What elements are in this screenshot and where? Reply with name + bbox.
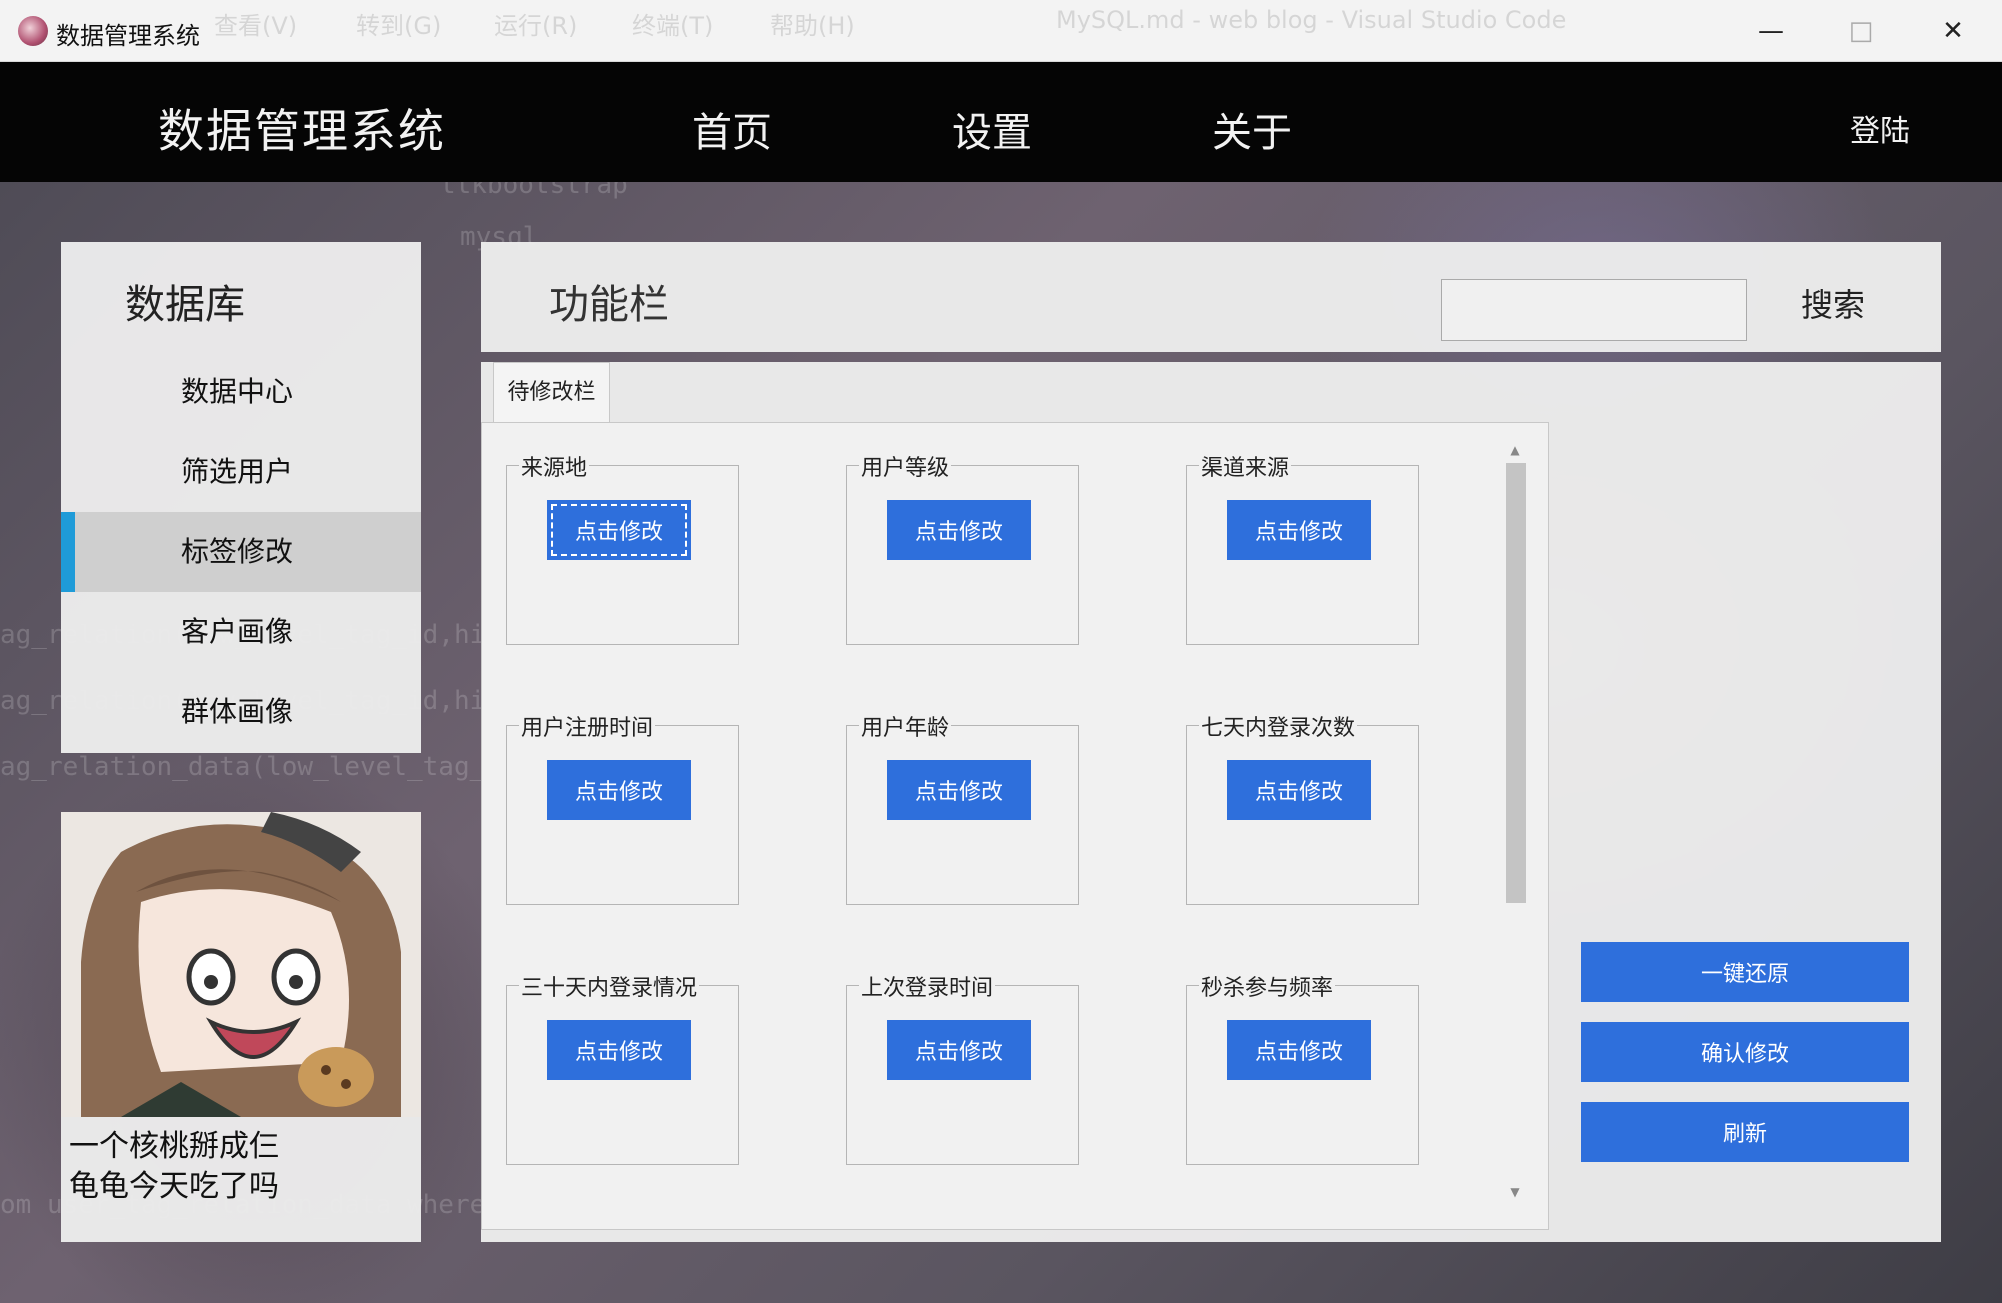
login-link[interactable]: 登陆 (1850, 106, 1910, 150)
background-menu-run: 运行(R) (494, 12, 578, 40)
tag-group-label: 用户等级 (859, 450, 952, 482)
tab-pending-edit[interactable]: 待修改栏 (493, 362, 610, 422)
minimize-icon: — (1758, 16, 1784, 46)
sidebar-title: 数据库 (125, 282, 245, 328)
tag-group-label: 来源地 (519, 450, 590, 482)
tag-group-register-time: 用户注册时间 点击修改 (506, 710, 739, 905)
background-menu-help: 帮助(H) (770, 12, 855, 40)
sidebar-item-label: 客户画像 (181, 615, 294, 648)
main-content: 待修改栏 来源地 点击修改 用户等级 点击修改 渠道来源 点击修改 用户注册时间… (481, 362, 1941, 1242)
tag-group-label: 渠道来源 (1199, 450, 1292, 482)
function-bar: 功能栏 搜索 (481, 242, 1941, 352)
tag-group-label: 上次登录时间 (859, 970, 996, 1002)
tag-group-label: 用户年龄 (859, 710, 952, 742)
refresh-button[interactable]: 刷新 (1581, 1102, 1909, 1162)
sidebar-item-filter-users[interactable]: 筛选用户 (61, 432, 421, 512)
confirm-edit-button[interactable]: 确认修改 (1581, 1022, 1909, 1082)
minimize-button[interactable]: — (1726, 0, 1816, 62)
maximize-button[interactable]: □ (1816, 0, 1906, 62)
tag-group-label: 三十天内登录情况 (519, 970, 700, 1002)
background-menu-terminal: 终端(T) (632, 12, 714, 40)
sidebar-item-label: 群体画像 (181, 695, 294, 728)
scroll-thumb[interactable] (1506, 463, 1526, 903)
nav-brand: 数据管理系统 (158, 104, 446, 158)
sidebar-item-group-profile[interactable]: 群体画像 (61, 672, 421, 752)
edit-user-age-button[interactable]: 点击修改 (887, 760, 1031, 820)
top-navbar: 数据管理系统 首页 设置 关于 登陆 (0, 62, 2002, 182)
background-menu-view: 查看(V) (214, 12, 298, 40)
profile-motto: 龟龟今天吃了吗 (69, 1169, 279, 1204)
avatar-illustration-icon (61, 812, 421, 1117)
sidebar-item-label: 标签修改 (181, 535, 294, 568)
window-title: 数据管理系统 (56, 22, 200, 50)
tag-group-30day-logins: 三十天内登录情况 点击修改 (506, 970, 739, 1165)
restore-all-button[interactable]: 一键还原 (1581, 942, 1909, 1002)
function-bar-title: 功能栏 (549, 282, 669, 328)
sidebar-item-tag-edit[interactable]: 标签修改 (61, 512, 421, 592)
profile-card: 一个核桃掰成仨 龟龟今天吃了吗 (61, 812, 421, 1242)
sidebar-item-label: 数据中心 (181, 375, 294, 408)
edit-30day-logins-button[interactable]: 点击修改 (547, 1020, 691, 1080)
tag-group-label: 用户注册时间 (519, 710, 656, 742)
profile-caption: 一个核桃掰成仨 龟龟今天吃了吗 (69, 1127, 279, 1207)
sidebar-item-label: 筛选用户 (181, 455, 294, 488)
edit-user-level-button[interactable]: 点击修改 (887, 500, 1031, 560)
edit-channel-button[interactable]: 点击修改 (1227, 500, 1371, 560)
edit-origin-button[interactable]: 点击修改 (547, 500, 691, 560)
tag-group-channel: 渠道来源 点击修改 (1186, 450, 1419, 645)
maximize-icon: □ (1848, 16, 1874, 46)
nav-item-about[interactable]: 关于 (1212, 100, 1292, 158)
sidebar-item-customer-profile[interactable]: 客户画像 (61, 592, 421, 672)
edit-flash-sale-button[interactable]: 点击修改 (1227, 1020, 1371, 1080)
scroll-up-icon[interactable]: ▲ (1504, 443, 1526, 457)
search-input[interactable] (1441, 279, 1747, 341)
tag-group-user-level: 用户等级 点击修改 (846, 450, 1079, 645)
profile-name: 一个核桃掰成仨 (69, 1129, 279, 1164)
close-icon: ✕ (1942, 16, 1964, 46)
scroll-down-icon[interactable]: ▼ (1504, 1185, 1526, 1199)
edit-register-time-button[interactable]: 点击修改 (547, 760, 691, 820)
sidebar-item-data-center[interactable]: 数据中心 (61, 352, 421, 432)
vertical-scrollbar[interactable]: ▲ ▼ (1504, 443, 1526, 1203)
tag-group-7day-logins: 七天内登录次数 点击修改 (1186, 710, 1419, 905)
background-menu-goto: 转到(G) (356, 12, 442, 40)
tag-group-user-age: 用户年龄 点击修改 (846, 710, 1079, 905)
avatar (61, 812, 421, 1117)
edit-7day-logins-button[interactable]: 点击修改 (1227, 760, 1371, 820)
background-window-title: MySQL.md - web blog - Visual Studio Code (1056, 6, 1567, 34)
tag-group-label: 七天内登录次数 (1199, 710, 1358, 742)
tag-group-flash-sale: 秒杀参与频率 点击修改 (1186, 970, 1419, 1165)
nav-item-home[interactable]: 首页 (692, 100, 772, 158)
sidebar: 数据库 数据中心 筛选用户 标签修改 客户画像 群体画像 (61, 242, 421, 753)
edit-last-login-button[interactable]: 点击修改 (887, 1020, 1031, 1080)
tab-panel: 来源地 点击修改 用户等级 点击修改 渠道来源 点击修改 用户注册时间 点击修改… (481, 422, 1549, 1230)
app-logo-icon (18, 16, 48, 46)
tag-group-label: 秒杀参与频率 (1199, 970, 1336, 1002)
tag-group-origin: 来源地 点击修改 (506, 450, 739, 645)
search-button[interactable]: 搜索 (1801, 280, 1865, 326)
window-titlebar: 数据管理系统 查看(V) 转到(G) 运行(R) 终端(T) 帮助(H) MyS… (0, 0, 2002, 62)
close-button[interactable]: ✕ (1908, 0, 1998, 62)
nav-item-settings[interactable]: 设置 (952, 100, 1032, 158)
tag-group-last-login: 上次登录时间 点击修改 (846, 970, 1079, 1165)
